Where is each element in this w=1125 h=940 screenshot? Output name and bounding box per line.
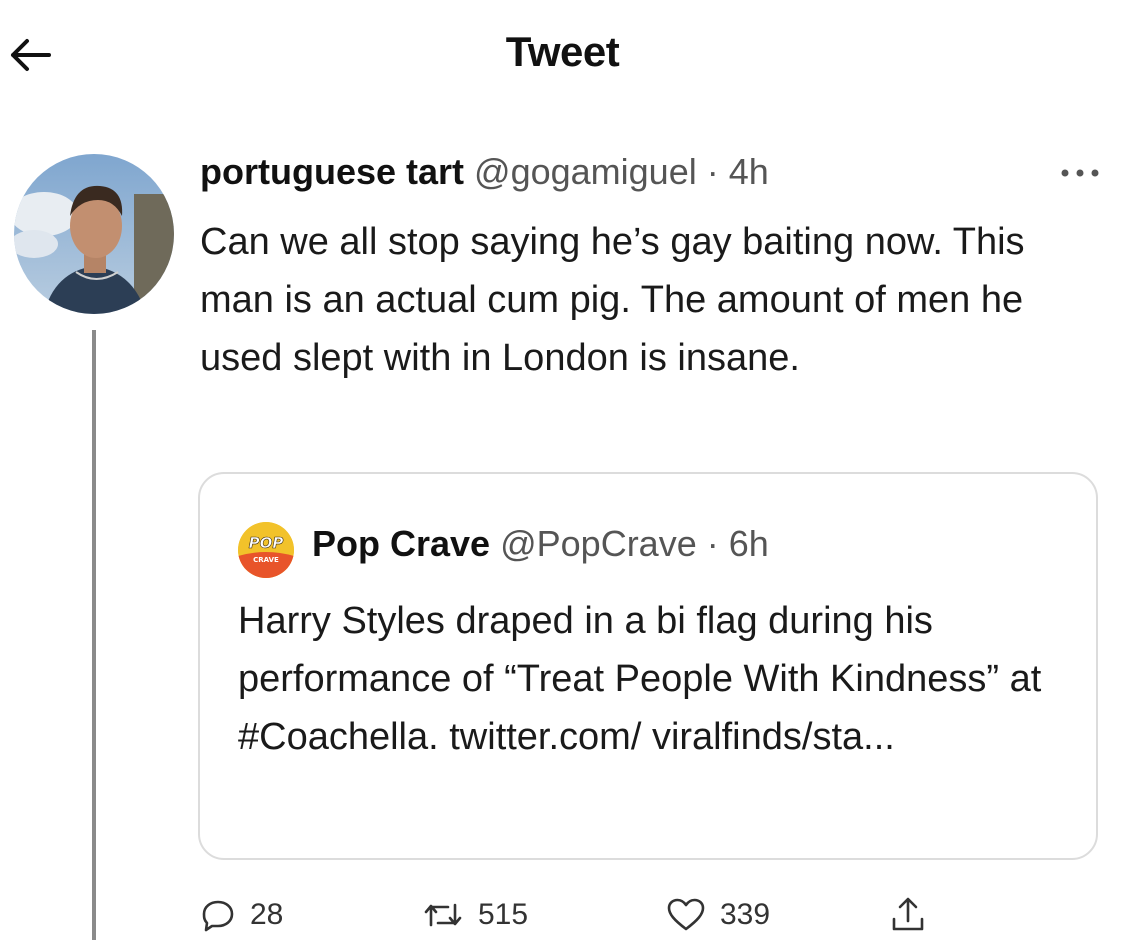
handle[interactable]: @gogamiguel: [474, 151, 697, 192]
quote-avatar[interactable]: POP CRAVE: [238, 522, 294, 578]
quote-tweet-card[interactable]: POP CRAVE Pop Crave @PopCrave · 6h Harry…: [198, 472, 1098, 860]
like-icon: [667, 898, 705, 931]
timestamp[interactable]: 4h: [729, 151, 769, 192]
quote-separator: ·: [706, 523, 719, 564]
page-title: Tweet: [505, 28, 620, 75]
share-icon: [892, 897, 924, 931]
quote-handle[interactable]: @PopCrave: [500, 523, 697, 564]
more-dots-icon: [1061, 169, 1099, 177]
top-bar: Tweet: [0, 0, 1125, 110]
like-button[interactable]: 339: [666, 890, 770, 940]
reply-count: 28: [250, 898, 284, 931]
svg-text:POP: POP: [249, 534, 284, 552]
avatar[interactable]: [14, 154, 174, 314]
retweet-icon: [424, 903, 462, 927]
retweet-count: 515: [478, 898, 529, 931]
quote-timestamp[interactable]: 6h: [729, 523, 769, 564]
reply-icon: [202, 900, 234, 932]
profile-photo: [14, 154, 174, 314]
more-button[interactable]: [1055, 158, 1105, 188]
tweet-header: portuguese tart @gogamiguel · 4h: [200, 150, 769, 193]
display-name[interactable]: portuguese tart: [200, 151, 464, 192]
quote-display-name[interactable]: Pop Crave: [312, 523, 490, 564]
share-button[interactable]: [890, 890, 926, 940]
separator: ·: [706, 151, 719, 192]
action-bar: 28 515 339: [200, 890, 1100, 940]
thread-line: [92, 330, 96, 940]
pop-crave-logo: POP CRAVE: [238, 522, 294, 578]
quote-header: Pop Crave @PopCrave · 6h: [312, 522, 769, 565]
quote-text: Harry Styles draped in a bi flag during …: [238, 600, 1042, 758]
like-count: 339: [720, 898, 771, 931]
reply-button[interactable]: 28: [200, 890, 283, 940]
tweet-text: Can we all stop saying he’s gay baiting …: [200, 221, 1025, 379]
svg-text:CRAVE: CRAVE: [253, 556, 279, 564]
retweet-button[interactable]: 515: [422, 890, 528, 940]
